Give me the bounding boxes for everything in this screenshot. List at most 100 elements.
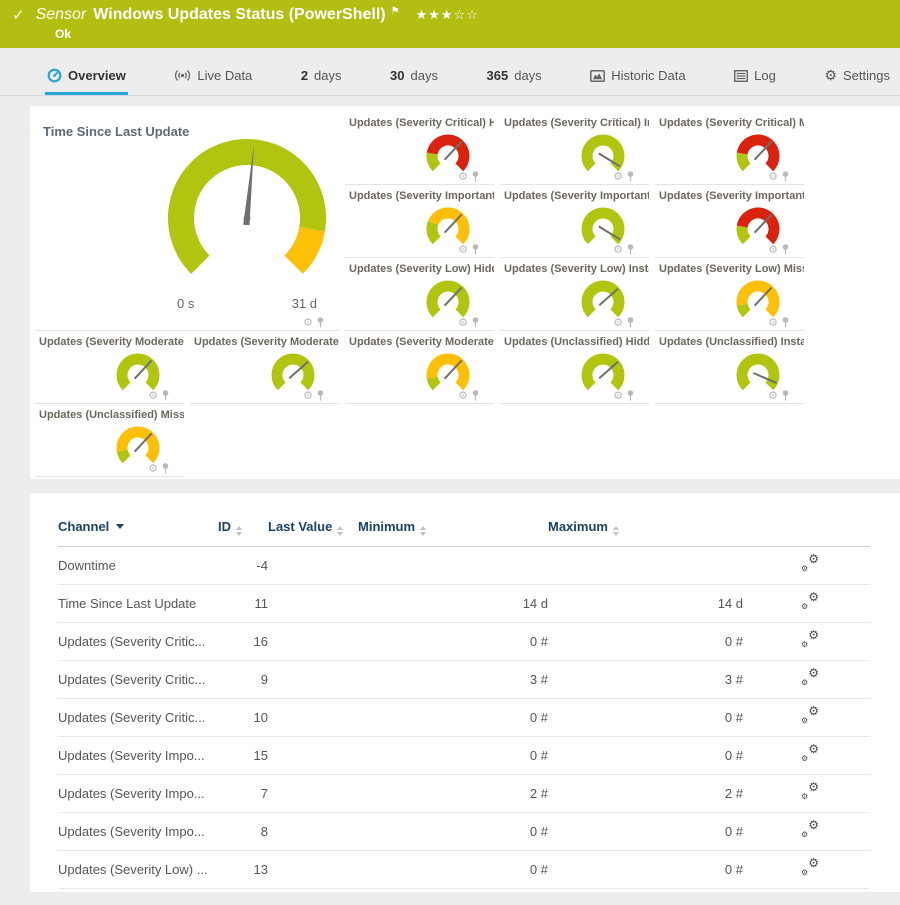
- pin-icon[interactable]: [781, 317, 790, 328]
- channel-minimum: 0 #: [358, 889, 548, 893]
- tab-30-days[interactable]: 30days: [388, 61, 440, 95]
- channel-name: Time Since Last Update: [58, 585, 218, 623]
- sensor-title: Windows Updates Status (PowerShell): [93, 6, 385, 24]
- gear-icon[interactable]: ⚙: [148, 463, 158, 474]
- channel-row[interactable]: Downtime-4⚙⚙: [58, 547, 870, 585]
- gauge-tools: ⚙: [303, 390, 325, 401]
- channel-row[interactable]: Time Since Last Update1114 d14 d⚙⚙: [58, 585, 870, 623]
- gauge-tools: ⚙: [613, 244, 635, 255]
- pin-icon[interactable]: [626, 390, 635, 401]
- channel-id: 10: [218, 699, 268, 737]
- edit-channel-icon[interactable]: ⚙⚙: [801, 746, 819, 762]
- tab-bar: Overview Live Data 2days 30days 365days Histo…: [0, 48, 900, 96]
- flag-icon[interactable]: ⚑: [391, 6, 400, 17]
- gear-icon[interactable]: ⚙: [458, 244, 468, 255]
- pin-icon[interactable]: [781, 390, 790, 401]
- gauge-tools: ⚙: [768, 244, 790, 255]
- channel-name: Updates (Severity Critic...: [58, 623, 218, 661]
- channel-row[interactable]: Updates (Severity Impo...72 #2 #⚙⚙: [58, 775, 870, 813]
- gear-icon[interactable]: ⚙: [768, 171, 778, 182]
- gear-icon[interactable]: ⚙: [768, 244, 778, 255]
- column-header-minimum[interactable]: Minimum: [358, 519, 548, 547]
- gauge-max-label: 31 d: [292, 296, 317, 311]
- pin-icon[interactable]: [471, 390, 480, 401]
- edit-channel-icon[interactable]: ⚙⚙: [801, 822, 819, 838]
- priority-stars[interactable]: ★★★☆☆: [416, 8, 479, 23]
- channel-row[interactable]: Updates (Severity Critic...160 #0 #⚙⚙: [58, 623, 870, 661]
- gear-icon[interactable]: ⚙: [613, 317, 623, 328]
- gauge-tile: Updates (Unclassified) Install...⚙: [655, 331, 804, 404]
- pin-icon[interactable]: [781, 171, 790, 182]
- pin-icon[interactable]: [161, 390, 170, 401]
- edit-channel-icon[interactable]: ⚙⚙: [801, 594, 819, 610]
- gauge-tools: ⚙: [148, 390, 170, 401]
- tab-365-days[interactable]: 365days: [485, 61, 544, 95]
- channel-row[interactable]: Updates (Severity Low) ...30 #0 #⚙⚙: [58, 889, 870, 893]
- tab-historic-data[interactable]: Historic Data: [588, 61, 687, 95]
- edit-channel-icon[interactable]: ⚙⚙: [801, 556, 819, 572]
- channel-row[interactable]: Updates (Severity Critic...93 #3 #⚙⚙: [58, 661, 870, 699]
- edit-channel-icon[interactable]: ⚙⚙: [801, 860, 819, 876]
- channel-last-value: [268, 737, 358, 775]
- pin-icon[interactable]: [471, 171, 480, 182]
- tab-2-days[interactable]: 2days: [299, 61, 344, 95]
- edit-channel-icon[interactable]: ⚙⚙: [801, 708, 819, 724]
- channel-row[interactable]: Updates (Severity Low) ...130 #0 #⚙⚙: [58, 851, 870, 889]
- pin-icon[interactable]: [316, 390, 325, 401]
- gauge-tools: ⚙: [768, 317, 790, 328]
- column-header-channel[interactable]: Channel: [58, 519, 218, 547]
- gear-icon[interactable]: ⚙: [458, 317, 468, 328]
- gauge-min-label: 0 s: [177, 296, 194, 311]
- column-header-id[interactable]: ID: [218, 519, 268, 547]
- column-header-actions: [743, 519, 870, 547]
- gauge-tile: Updates (Severity Low) Hidden⚙: [345, 258, 494, 331]
- tab-settings[interactable]: ⚙Settings: [822, 61, 892, 95]
- column-header-maximum[interactable]: Maximum: [548, 519, 743, 547]
- channel-maximum: 3 #: [548, 661, 743, 699]
- channel-row[interactable]: Updates (Severity Critic...100 #0 #⚙⚙: [58, 699, 870, 737]
- sensor-header: ✓ Sensor Windows Updates Status (PowerSh…: [0, 0, 900, 48]
- edit-channel-icon[interactable]: ⚙⚙: [801, 632, 819, 648]
- gauge-tools: ⚙: [458, 317, 480, 328]
- column-header-last-value[interactable]: Last Value: [268, 519, 358, 547]
- gear-icon[interactable]: ⚙: [303, 317, 313, 328]
- gear-icon[interactable]: ⚙: [768, 317, 778, 328]
- gauge-tools: ⚙: [768, 171, 790, 182]
- channel-name: Updates (Severity Critic...: [58, 661, 218, 699]
- gear-icon[interactable]: ⚙: [303, 390, 313, 401]
- channel-name: Updates (Severity Impo...: [58, 737, 218, 775]
- channel-last-value: [268, 547, 358, 585]
- pin-icon[interactable]: [781, 244, 790, 255]
- gauge-icon: [47, 68, 62, 83]
- tab-overview[interactable]: Overview: [45, 61, 128, 95]
- channel-minimum: 0 #: [358, 623, 548, 661]
- pin-icon[interactable]: [626, 244, 635, 255]
- channel-id: 16: [218, 623, 268, 661]
- gear-icon[interactable]: ⚙: [148, 390, 158, 401]
- gear-icon[interactable]: ⚙: [458, 390, 468, 401]
- channel-name: Downtime: [58, 547, 218, 585]
- edit-channel-icon[interactable]: ⚙⚙: [801, 784, 819, 800]
- gear-icon[interactable]: ⚙: [458, 171, 468, 182]
- tab-log[interactable]: Log: [732, 61, 778, 95]
- pin-icon[interactable]: [161, 463, 170, 474]
- pin-icon[interactable]: [626, 171, 635, 182]
- edit-channel-icon[interactable]: ⚙⚙: [801, 670, 819, 686]
- channel-row[interactable]: Updates (Severity Impo...80 #0 #⚙⚙: [58, 813, 870, 851]
- pin-icon[interactable]: [316, 317, 325, 328]
- gear-icon[interactable]: ⚙: [613, 390, 623, 401]
- pin-icon[interactable]: [471, 244, 480, 255]
- channel-id: 9: [218, 661, 268, 699]
- main-gauge: [147, 134, 339, 294]
- gear-icon[interactable]: ⚙: [768, 390, 778, 401]
- gear-icon: ⚙: [824, 69, 837, 83]
- channel-id: 15: [218, 737, 268, 775]
- tab-live-data[interactable]: Live Data: [172, 61, 254, 95]
- gear-icon[interactable]: ⚙: [613, 171, 623, 182]
- gauge-tile: Updates (Severity Important) ...⚙: [500, 185, 649, 258]
- channel-row[interactable]: Updates (Severity Impo...150 #0 #⚙⚙: [58, 737, 870, 775]
- pin-icon[interactable]: [471, 317, 480, 328]
- gear-icon[interactable]: ⚙: [613, 244, 623, 255]
- gauge-tools: ⚙: [768, 390, 790, 401]
- pin-icon[interactable]: [626, 317, 635, 328]
